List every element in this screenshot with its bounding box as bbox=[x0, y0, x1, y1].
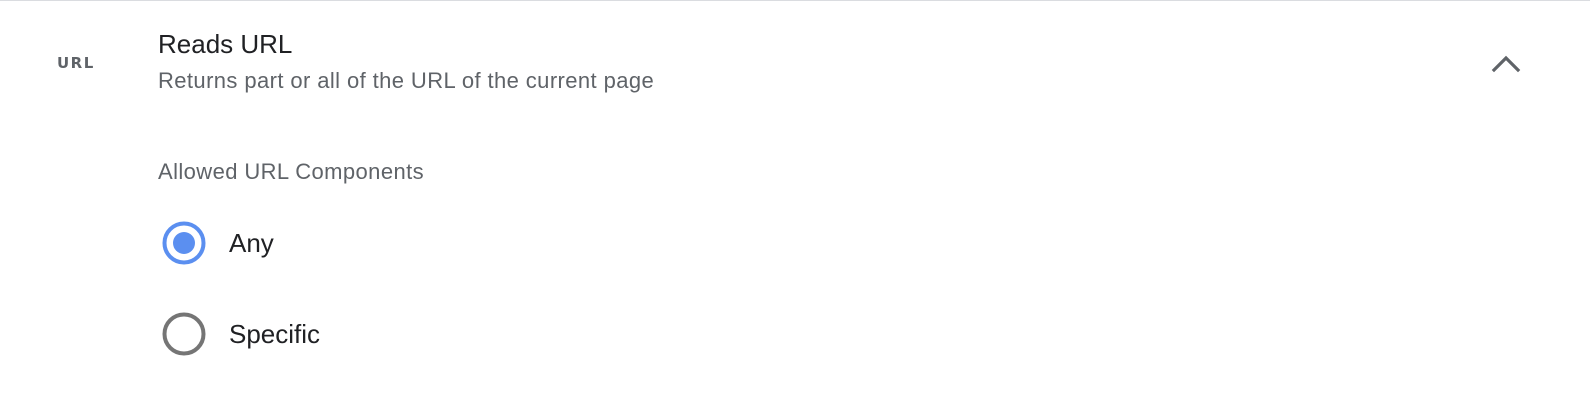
radio-button-any[interactable] bbox=[160, 219, 208, 267]
collapse-button[interactable] bbox=[1482, 41, 1530, 85]
chevron-up-icon bbox=[1491, 55, 1521, 73]
allowed-url-components-label: Allowed URL Components bbox=[158, 159, 425, 184]
radio-option-any[interactable]: Any bbox=[160, 218, 274, 268]
radio-button-specific[interactable] bbox=[160, 310, 208, 358]
radio-label-specific: Specific bbox=[229, 319, 321, 349]
radio-label-any: Any bbox=[229, 228, 274, 258]
url-type-icon: URL bbox=[57, 54, 95, 72]
permission-header[interactable]: URL Reads URL Returns part or all of the… bbox=[0, 1, 1590, 116]
permission-title: Reads URL bbox=[158, 29, 293, 59]
radio-unselected-icon bbox=[162, 312, 206, 356]
permission-description: Returns part or all of the URL of the cu… bbox=[158, 68, 655, 93]
permission-panel-reads-url: URL Reads URL Returns part or all of the… bbox=[0, 1, 1590, 416]
radio-option-specific[interactable]: Specific bbox=[160, 309, 320, 359]
radio-selected-icon bbox=[162, 221, 206, 265]
